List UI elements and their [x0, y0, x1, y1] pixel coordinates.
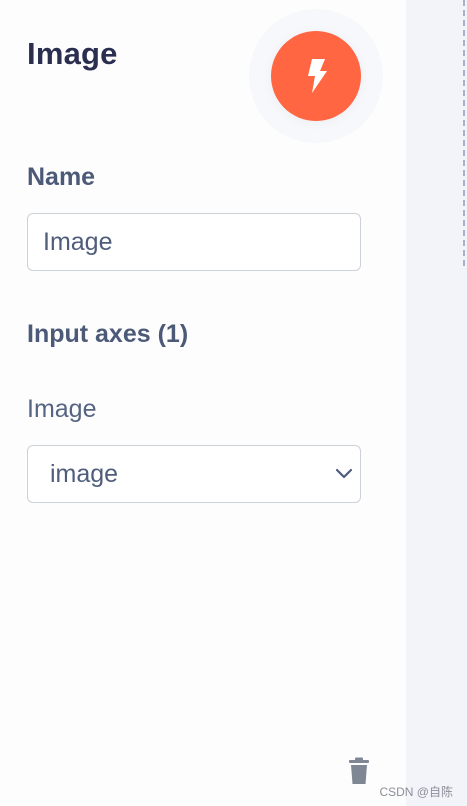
properties-panel: Image Name Input axes (1) Image image [0, 0, 406, 806]
lightning-bolt-icon [308, 59, 327, 93]
trash-icon[interactable] [347, 757, 371, 785]
watermark: CSDN @自陈 [379, 785, 453, 799]
axis-select[interactable]: image [27, 445, 361, 503]
chevron-down-icon [335, 468, 353, 479]
canvas-dashed-border [463, 0, 465, 266]
name-input[interactable] [27, 213, 361, 271]
canvas-area[interactable] [406, 0, 467, 806]
input-axes-heading: Input axes (1) [27, 320, 189, 348]
name-section-label: Name [27, 163, 96, 191]
axis-select-value: image [50, 460, 119, 488]
axis-field-label: Image [27, 395, 97, 423]
panel-title: Image [27, 36, 118, 71]
run-action-button[interactable] [271, 31, 361, 121]
